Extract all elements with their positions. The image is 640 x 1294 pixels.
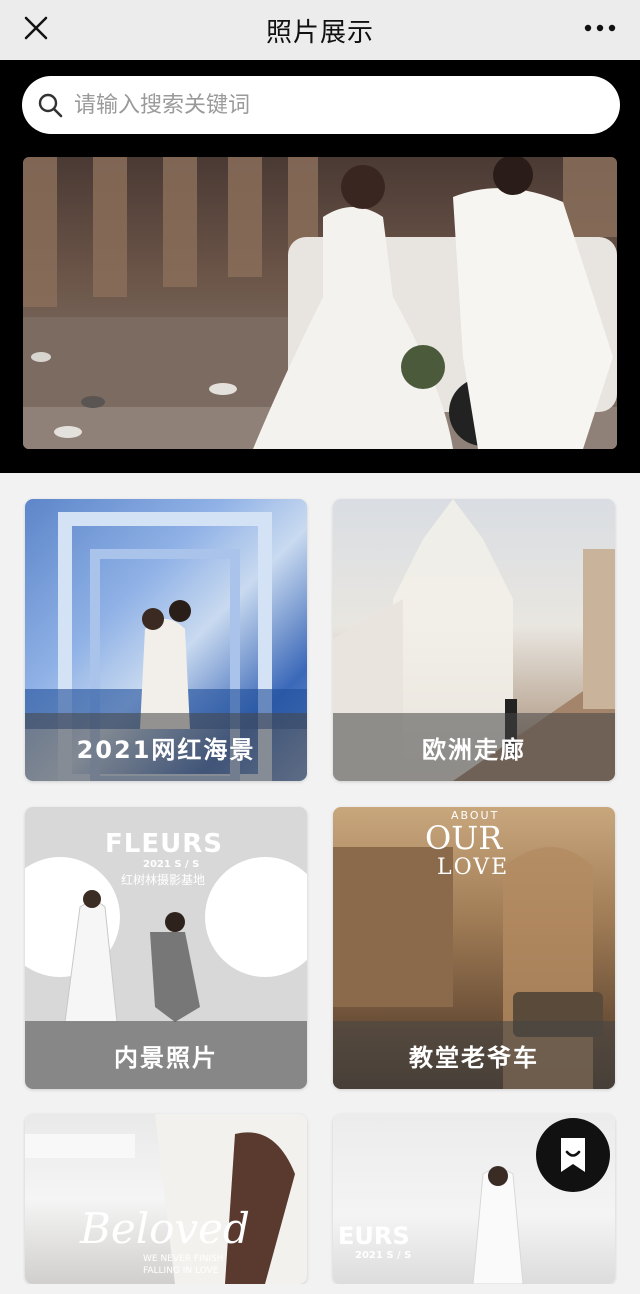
more-button[interactable] (578, 10, 622, 46)
bookmark-icon (561, 1138, 585, 1172)
card-caption: 2021网红海景 (25, 713, 307, 781)
top-bar: 照片展示 (0, 0, 640, 60)
hero-photo (23, 157, 617, 449)
overlay-subtitle-2: FALLING IN LOVE (143, 1266, 219, 1276)
bottom-strip (0, 1284, 640, 1294)
page-title: 照片展示 (265, 17, 374, 48)
bookmark-button[interactable] (536, 1118, 610, 1192)
overlay-title: OUR (425, 819, 503, 857)
card-caption: 教堂老爷车 (333, 1021, 615, 1089)
overlay-title: Beloved (80, 1204, 250, 1253)
search-bar[interactable] (22, 76, 620, 134)
category-card-indoor-photos[interactable]: FLEURS 2021 S / S 红树林摄影基地 内景照片 (25, 807, 307, 1089)
overlay-title: EURS (338, 1222, 410, 1250)
search-input[interactable] (72, 91, 596, 119)
search-icon (38, 93, 63, 118)
category-card-seascape[interactable]: 2021网红海景 (25, 499, 307, 781)
close-button[interactable] (18, 10, 54, 46)
overlay-subtitle: 2021 S / S (355, 1250, 412, 1261)
more-icon (584, 24, 616, 32)
card-caption: 欧洲走廊 (333, 713, 615, 781)
category-card-european-corridor[interactable]: 欧洲走廊 (333, 499, 615, 781)
category-card-beloved[interactable]: Beloved WE NEVER FINISH FALLING IN LOVE (25, 1114, 307, 1284)
category-card-church-vintage-car[interactable]: ABOUT OUR LOVE 教堂老爷车 (333, 807, 615, 1089)
hero-banner[interactable] (23, 157, 617, 449)
overlay-title-2: LOVE (437, 855, 510, 880)
overlay-subtitle: WE NEVER FINISH (143, 1254, 224, 1264)
card-caption: 内景照片 (25, 1021, 307, 1089)
close-icon (24, 16, 48, 40)
